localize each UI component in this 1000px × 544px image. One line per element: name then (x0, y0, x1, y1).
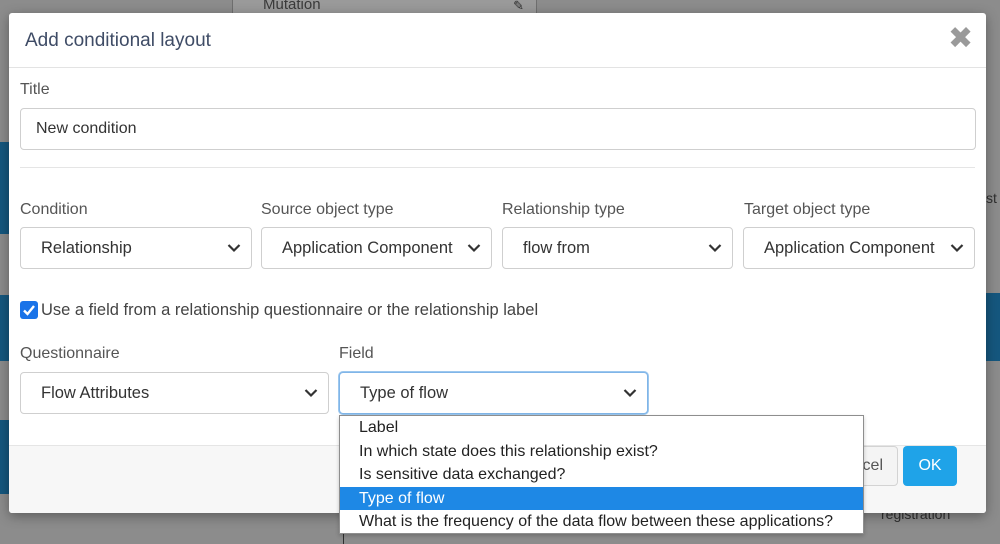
condition-label: Condition (20, 201, 88, 218)
modal-title: Add conditional layout (25, 30, 211, 51)
pencil-icon: ✎ (513, 0, 524, 13)
field-select-value: Type of flow (360, 384, 449, 402)
chevron-down-icon (467, 244, 481, 253)
field-option[interactable]: What is the frequency of the data flow b… (340, 510, 863, 534)
chevron-down-icon (623, 389, 637, 398)
relationship-type-select[interactable]: flow from (502, 227, 733, 269)
background-text-right: st (986, 190, 997, 206)
background-blue-tile-3 (0, 420, 9, 494)
target-object-type-select[interactable]: Application Component (743, 227, 975, 269)
background-blue-tile-2 (0, 295, 9, 361)
use-field-checkbox-label[interactable]: Use a field from a relationship question… (41, 301, 538, 320)
field-dropdown-list: Label In which state does this relations… (339, 415, 864, 534)
questionnaire-select[interactable]: Flow Attributes (20, 372, 329, 414)
chevron-down-icon (304, 389, 318, 398)
checkmark-icon (23, 305, 35, 316)
target-object-type-value: Application Component (764, 239, 935, 257)
condition-select[interactable]: Relationship (20, 227, 252, 269)
questionnaire-label: Questionnaire (20, 345, 120, 362)
chevron-down-icon (950, 244, 964, 253)
background-card-title: Mutation (263, 0, 321, 13)
field-option-selected[interactable]: Type of flow (340, 486, 863, 511)
close-icon[interactable]: ✖ (948, 24, 973, 54)
condition-select-value: Relationship (41, 239, 132, 257)
target-object-type-label: Target object type (744, 201, 871, 218)
background-blue-tile-4 (986, 293, 1000, 361)
source-object-type-value: Application Component (282, 239, 453, 257)
field-option[interactable]: Label (340, 416, 863, 440)
chevron-down-icon (708, 244, 722, 253)
field-option[interactable]: In which state does this relationship ex… (340, 440, 863, 464)
title-input[interactable]: New condition (20, 108, 976, 150)
relationship-type-label: Relationship type (502, 201, 625, 218)
use-field-checkbox[interactable] (20, 301, 38, 319)
field-label: Field (339, 345, 374, 362)
background-card: Mutation ✎ (232, 0, 537, 14)
chevron-down-icon (227, 244, 241, 253)
source-object-type-label: Source object type (261, 201, 394, 218)
background-blue-tile-1 (0, 142, 9, 234)
relationship-type-value: flow from (523, 239, 590, 257)
field-select[interactable]: Type of flow (339, 372, 648, 414)
ok-button[interactable]: OK (903, 446, 957, 486)
section-divider (20, 167, 975, 168)
title-label: Title (20, 81, 50, 98)
field-option[interactable]: Is sensitive data exchanged? (340, 463, 863, 487)
modal-header: Add conditional layout ✖ (9, 13, 986, 68)
source-object-type-select[interactable]: Application Component (261, 227, 492, 269)
questionnaire-select-value: Flow Attributes (41, 384, 150, 402)
